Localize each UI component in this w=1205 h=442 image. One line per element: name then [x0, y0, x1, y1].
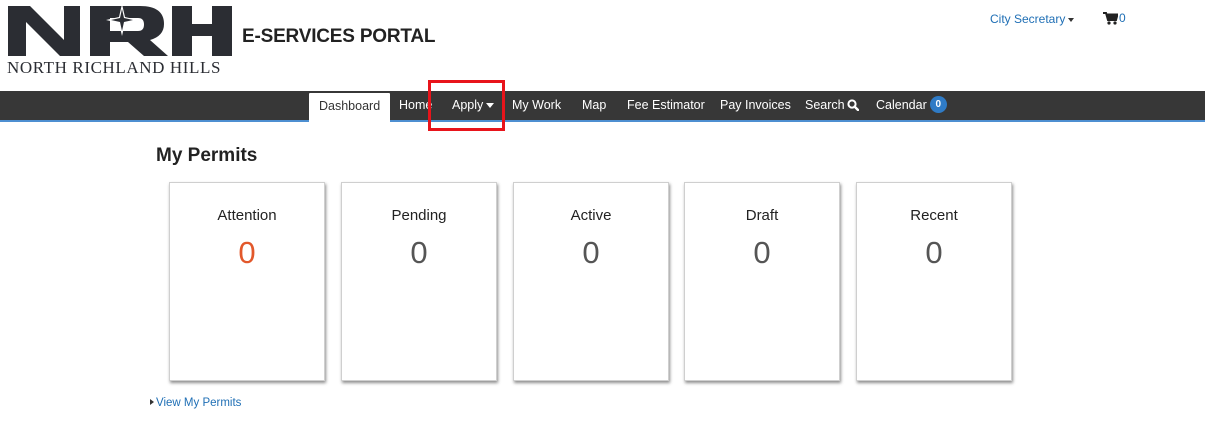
card-label: Pending	[391, 207, 447, 224]
nrh-logo-mark	[8, 4, 232, 56]
portal-title: E-SERVICES PORTAL	[242, 26, 436, 47]
nav-my-work[interactable]: My Work	[512, 91, 561, 120]
chevron-right-icon	[150, 398, 154, 405]
nav-calendar[interactable]: Calendar 0	[876, 91, 947, 120]
nav-search[interactable]: Search	[805, 91, 859, 120]
permit-card-attention[interactable]: Attention 0	[169, 182, 325, 381]
chevron-down-icon	[1068, 17, 1075, 22]
user-menu-label: City Secretary	[990, 12, 1066, 26]
card-count: 0	[582, 235, 600, 270]
user-menu[interactable]: City Secretary	[990, 12, 1075, 26]
nav-dashboard[interactable]: Dashboard	[309, 93, 391, 122]
nav-pay-invoices[interactable]: Pay Invoices	[720, 91, 791, 120]
cart-count: 0	[1119, 11, 1126, 25]
cart-button[interactable]: 0	[1103, 11, 1126, 25]
nav-map[interactable]: Map	[582, 91, 606, 120]
card-label: Recent	[910, 207, 958, 224]
chevron-down-icon	[486, 103, 495, 109]
card-label: Draft	[745, 207, 779, 224]
cart-icon	[1103, 11, 1118, 25]
permit-card-pending[interactable]: Pending 0	[341, 182, 497, 381]
calendar-badge: 0	[929, 96, 947, 114]
permit-card-active[interactable]: Active 0	[513, 182, 669, 381]
permit-card-recent[interactable]: Recent 0	[856, 182, 1012, 381]
view-my-permits-link[interactable]: View My Permits	[150, 397, 241, 409]
card-count: 0	[410, 235, 428, 270]
nav-apply[interactable]: Apply	[452, 91, 495, 120]
card-count: 0	[925, 235, 943, 270]
logo-subtitle: NORTH RICHLAND HILLS	[7, 58, 222, 77]
nav-fee-estimator[interactable]: Fee Estimator	[627, 91, 705, 120]
main-navbar: Dashboard Home Apply My Work Map Fee Est…	[0, 91, 1205, 122]
nrh-logo[interactable]: NORTH RICHLAND HILLS	[6, 2, 232, 78]
header: NORTH RICHLAND HILLS E-SERVICES PORTAL C…	[0, 0, 1205, 90]
card-count: 0	[238, 235, 256, 270]
search-icon	[847, 99, 859, 111]
card-count: 0	[753, 235, 771, 270]
card-label: Attention	[217, 207, 277, 224]
permit-card-draft[interactable]: Draft 0	[684, 182, 840, 381]
section-title: My Permits	[156, 145, 258, 166]
card-label: Active	[570, 207, 612, 224]
nav-menu: Dashboard Home Apply My Work Map Fee Est…	[0, 91, 1205, 122]
nav-home[interactable]: Home	[399, 91, 432, 120]
